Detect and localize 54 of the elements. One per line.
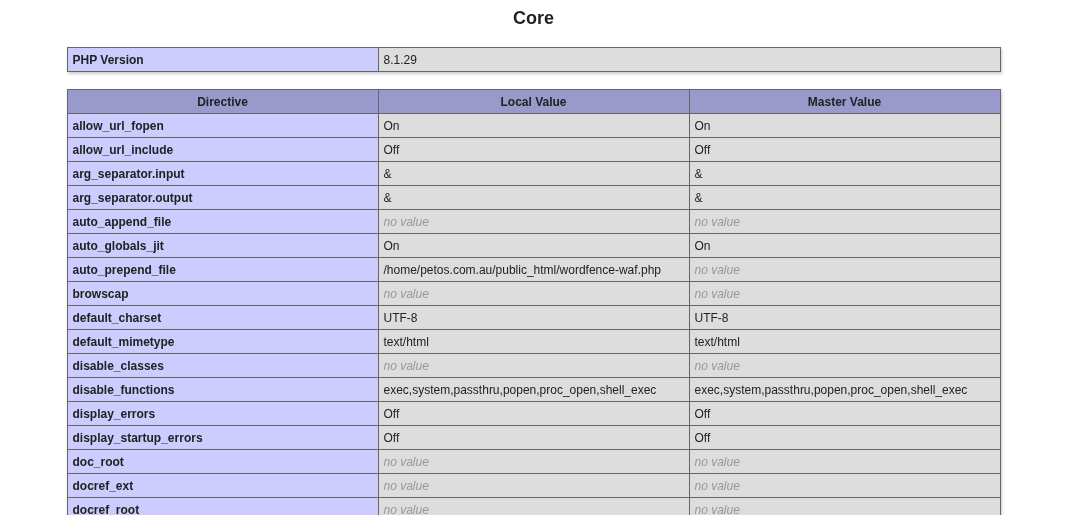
table-cell: Off xyxy=(689,137,1000,162)
table-cell: Off xyxy=(378,137,689,162)
row-label: allow_url_fopen xyxy=(67,113,378,138)
table-cell: no value xyxy=(689,353,1000,378)
table-cell: On xyxy=(689,113,1000,138)
row-label: disable_classes xyxy=(67,353,378,378)
table-cell: exec,system,passthru,popen,proc_open,shell_exec xyxy=(689,377,1000,402)
table-cell: no value xyxy=(689,281,1000,306)
table-cell: & xyxy=(689,185,1000,210)
table-cell: Off xyxy=(689,425,1000,450)
table-cell: no value xyxy=(689,449,1000,474)
table-cell: Off xyxy=(689,401,1000,426)
row-label: auto_prepend_file xyxy=(67,257,378,282)
row-label: arg_separator.output xyxy=(67,185,378,210)
table-cell: & xyxy=(689,161,1000,186)
table-cell: UTF-8 xyxy=(378,305,689,330)
row-label: browscap xyxy=(67,281,378,306)
row-label: default_mimetype xyxy=(67,329,378,354)
table-cell: 8.1.29 xyxy=(378,47,1000,72)
table-cell: On xyxy=(378,113,689,138)
row-label: docref_ext xyxy=(67,473,378,498)
column-header: Directive xyxy=(67,89,378,114)
table-cell: Off xyxy=(378,425,689,450)
table-cell: no value xyxy=(378,473,689,498)
row-label: allow_url_include xyxy=(67,137,378,162)
table-cell: exec,system,passthru,popen,proc_open,shell_exec xyxy=(378,377,689,402)
row-label: arg_separator.input xyxy=(67,161,378,186)
table-cell: no value xyxy=(378,281,689,306)
table-cell: /home/petos.com.au/public_html/wordfence-waf.php xyxy=(378,257,689,282)
row-label: display_startup_errors xyxy=(67,425,378,450)
table-cell: On xyxy=(378,233,689,258)
table-cell: Off xyxy=(378,401,689,426)
table-cell: & xyxy=(378,185,689,210)
table-cell: On xyxy=(689,233,1000,258)
row-label: auto_globals_jit xyxy=(67,233,378,258)
table-cell: no value xyxy=(689,257,1000,282)
table-cell: no value xyxy=(689,473,1000,498)
row-label: doc_root xyxy=(67,449,378,474)
table-cell: no value xyxy=(378,353,689,378)
row-label: default_charset xyxy=(67,305,378,330)
table-cell: no value xyxy=(689,209,1000,234)
row-label: auto_append_file xyxy=(67,209,378,234)
row-label: PHP Version xyxy=(67,47,378,72)
table-cell: no value xyxy=(378,209,689,234)
table-cell: text/html xyxy=(689,329,1000,354)
table-cell: & xyxy=(378,161,689,186)
column-header: Local Value xyxy=(378,89,689,114)
table-cell: UTF-8 xyxy=(689,305,1000,330)
row-label: disable_functions xyxy=(67,377,378,402)
column-header: Master Value xyxy=(689,89,1000,114)
section-title: Core xyxy=(512,7,555,30)
table-cell: text/html xyxy=(378,329,689,354)
row-label: display_errors xyxy=(67,401,378,426)
table-cell: no value xyxy=(378,449,689,474)
